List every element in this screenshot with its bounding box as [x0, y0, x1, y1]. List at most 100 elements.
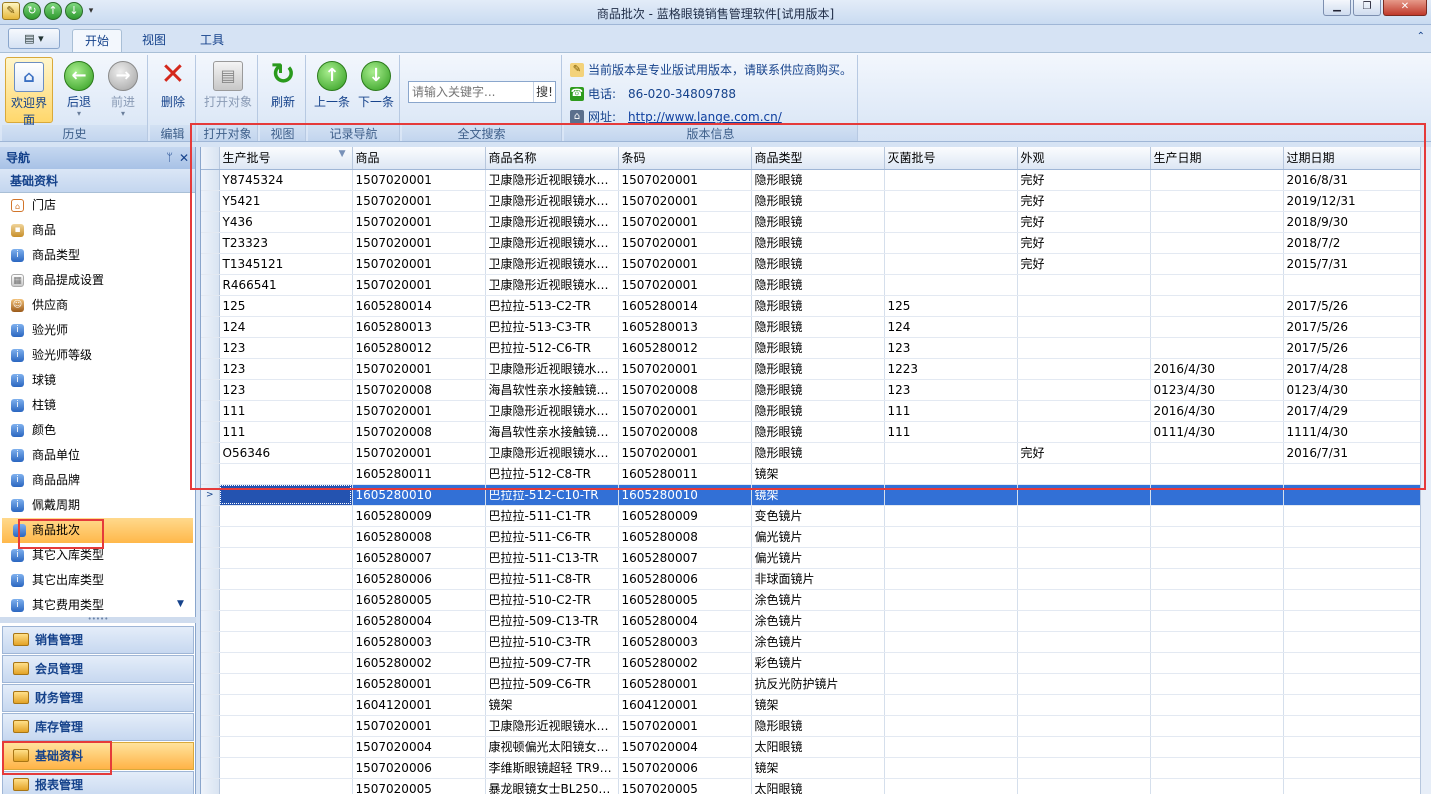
table-cell[interactable]: 1507020004 [352, 736, 486, 758]
table-cell[interactable] [884, 631, 1018, 653]
nav-item[interactable]: ▪ 商品 [0, 218, 195, 243]
table-cell[interactable]: 1507020005 [352, 778, 486, 794]
table-cell[interactable]: 1507020001 [618, 715, 752, 737]
tab-tools[interactable]: 工具 [188, 29, 236, 52]
table-cell[interactable]: 1605280007 [352, 547, 486, 569]
table-cell[interactable] [1017, 694, 1151, 716]
row-indicator[interactable] [201, 589, 220, 611]
table-cell[interactable]: 巴拉拉-511-C6-TR [485, 526, 619, 548]
table-cell[interactable] [1283, 715, 1422, 737]
nav-item[interactable]: i 验光师 [0, 318, 195, 343]
nav-item[interactable]: i 商品单位 [0, 443, 195, 468]
table-cell[interactable] [1017, 547, 1151, 569]
nav-item[interactable]: i 商品类型 [0, 243, 195, 268]
table-cell[interactable] [884, 547, 1018, 569]
table-cell[interactable] [1283, 547, 1422, 569]
table-cell[interactable]: 镜架 [751, 694, 885, 716]
nav-item[interactable]: i 颜色 [0, 418, 195, 443]
table-cell[interactable] [1283, 736, 1422, 758]
table-cell[interactable]: 变色镜片 [751, 505, 885, 527]
table-cell[interactable]: 1605280006 [352, 568, 486, 590]
table-cell[interactable] [1150, 568, 1284, 590]
table-cell[interactable]: 隐形眼镜 [751, 715, 885, 737]
forward-dropdown-icon[interactable]: ▾ [99, 110, 147, 118]
table-row[interactable]: 1507020005 暴龙眼镜女士BL2502… 1507020005 太阳眼镜 [201, 778, 1422, 794]
table-cell[interactable]: 1605280003 [618, 631, 752, 653]
table-row[interactable]: 1605280005 巴拉拉-510-C2-TR 1605280005 涂色镜片 [201, 589, 1422, 611]
table-cell[interactable]: 太阳眼镜 [751, 736, 885, 758]
table-cell[interactable] [884, 505, 1018, 527]
nav-item[interactable]: i 验光师等级 [0, 343, 195, 368]
back-button[interactable]: ← 后退 ▾ [55, 57, 103, 123]
table-cell[interactable] [1283, 778, 1422, 794]
table-cell[interactable] [884, 757, 1018, 779]
table-cell[interactable]: 暴龙眼镜女士BL2502… [485, 778, 619, 794]
outlook-bar[interactable]: 财务管理 [2, 684, 194, 712]
table-cell[interactable]: 偏光镜片 [751, 526, 885, 548]
table-cell[interactable]: 巴拉拉-511-C8-TR [485, 568, 619, 590]
outlook-bar[interactable]: 会员管理 [2, 655, 194, 683]
table-cell[interactable] [219, 610, 353, 632]
close-nav-icon[interactable]: ✕ [179, 147, 189, 169]
table-cell[interactable] [1017, 526, 1151, 548]
welcome-button[interactable]: ⌂ 欢迎界面 [5, 57, 53, 127]
row-indicator[interactable] [201, 673, 220, 695]
row-indicator[interactable] [201, 694, 220, 716]
forward-button[interactable]: → 前进 ▾ [99, 57, 147, 123]
table-cell[interactable]: 1604120001 [352, 694, 486, 716]
table-cell[interactable] [1150, 694, 1284, 716]
table-cell[interactable]: 1605280009 [618, 505, 752, 527]
open-object-button[interactable]: ▤ 打开对象 [202, 57, 254, 123]
table-cell[interactable] [219, 694, 353, 716]
table-cell[interactable]: 太阳眼镜 [751, 778, 885, 794]
table-cell[interactable]: 1605280006 [618, 568, 752, 590]
table-cell[interactable] [1283, 652, 1422, 674]
table-cell[interactable] [1017, 715, 1151, 737]
table-cell[interactable] [884, 652, 1018, 674]
table-cell[interactable] [1017, 568, 1151, 590]
table-cell[interactable]: 巴拉拉-509-C7-TR [485, 652, 619, 674]
table-cell[interactable]: 抗反光防护镜片 [751, 673, 885, 695]
table-cell[interactable]: 1605280001 [618, 673, 752, 695]
table-cell[interactable] [219, 652, 353, 674]
table-cell[interactable] [1283, 505, 1422, 527]
tab-start[interactable]: 开始 [72, 29, 123, 52]
table-cell[interactable] [1283, 610, 1422, 632]
table-cell[interactable]: 巴拉拉-510-C2-TR [485, 589, 619, 611]
table-cell[interactable]: 1507020006 [618, 757, 752, 779]
table-row[interactable]: 1605280006 巴拉拉-511-C8-TR 1605280006 非球面镜片 [201, 568, 1422, 590]
nav-item[interactable]: ⌂ 门店 [0, 193, 195, 218]
row-indicator[interactable] [201, 568, 220, 590]
table-cell[interactable] [1150, 652, 1284, 674]
splitter-grip[interactable]: ••••• [0, 616, 196, 623]
nav-scroll-down-icon[interactable]: ▼ [177, 599, 184, 609]
row-indicator[interactable] [201, 547, 220, 569]
table-cell[interactable] [1283, 526, 1422, 548]
table-cell[interactable]: 1605280005 [352, 589, 486, 611]
table-cell[interactable] [1283, 631, 1422, 653]
table-cell[interactable] [1017, 610, 1151, 632]
table-row[interactable]: 1605280007 巴拉拉-511-C13-TR 1605280007 偏光镜片 [201, 547, 1422, 569]
nav-item[interactable]: i 商品品牌 [0, 468, 195, 493]
nav-item[interactable]: i 柱镜 [0, 393, 195, 418]
table-cell[interactable] [1283, 673, 1422, 695]
table-cell[interactable]: 彩色镜片 [751, 652, 885, 674]
table-row[interactable]: 1507020001 卫康隐形近视眼镜水… 1507020001 隐形眼镜 [201, 715, 1422, 737]
table-cell[interactable]: 镜架 [751, 757, 885, 779]
table-cell[interactable]: 李维斯眼镜超轻 TR90… [485, 757, 619, 779]
row-indicator[interactable] [201, 652, 220, 674]
table-cell[interactable] [219, 757, 353, 779]
table-row[interactable]: 1604120001 镜架 1604120001 镜架 [201, 694, 1422, 716]
tab-view[interactable]: 视图 [130, 29, 178, 52]
table-cell[interactable] [1150, 673, 1284, 695]
table-cell[interactable] [1150, 631, 1284, 653]
nav-item[interactable]: i 佩戴周期 [0, 493, 195, 518]
table-cell[interactable] [884, 589, 1018, 611]
table-cell[interactable] [884, 694, 1018, 716]
table-cell[interactable]: 非球面镜片 [751, 568, 885, 590]
table-cell[interactable]: 1507020004 [618, 736, 752, 758]
table-cell[interactable]: 巴拉拉-509-C13-TR [485, 610, 619, 632]
table-cell[interactable]: 康视顿偏光太阳镜女… [485, 736, 619, 758]
table-cell[interactable] [219, 778, 353, 794]
table-cell[interactable] [1150, 547, 1284, 569]
